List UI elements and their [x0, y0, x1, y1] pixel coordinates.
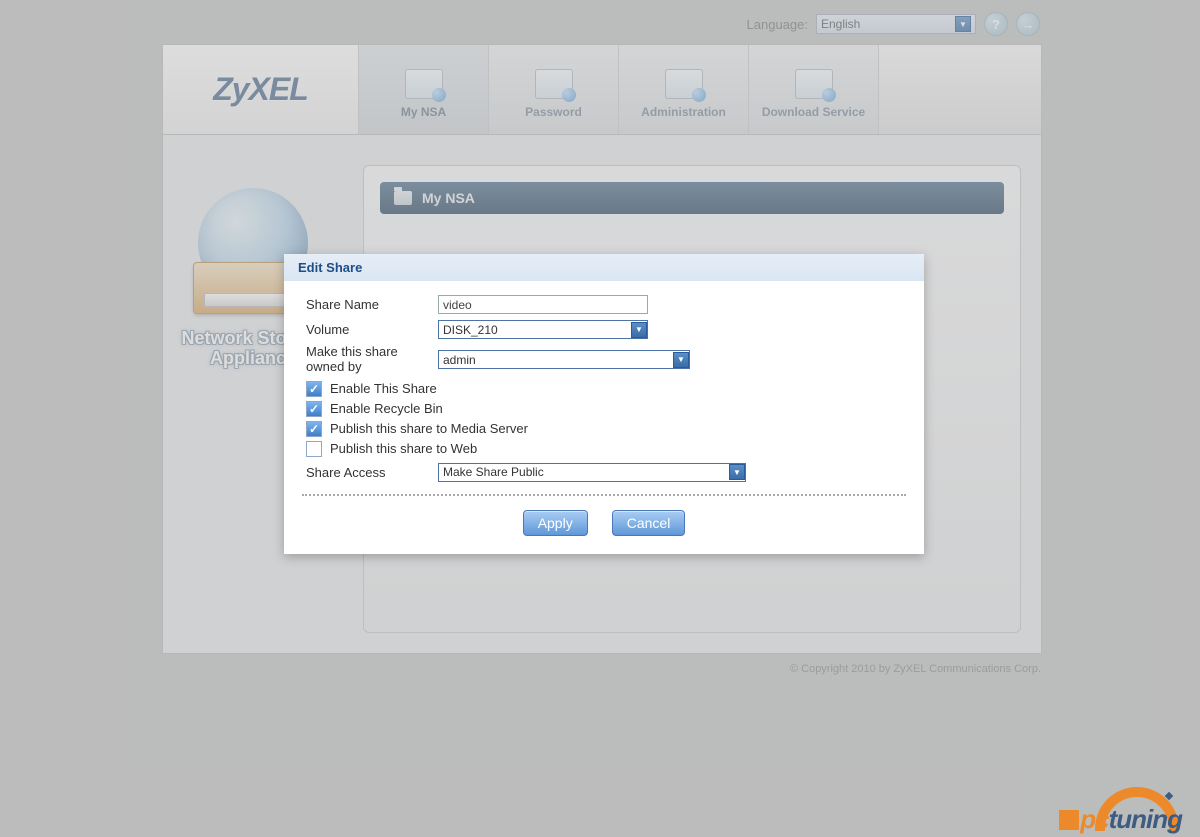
brand-name: ZyXEL: [213, 71, 308, 108]
tab-label: My NSA: [401, 105, 446, 119]
download-icon: [795, 69, 833, 99]
section-header: My NSA: [380, 182, 1004, 214]
folder-icon: [405, 69, 443, 99]
help-icon: ?: [992, 17, 1000, 32]
watermark-tuning: tuning: [1109, 804, 1182, 834]
dialog-body: Share Name Volume DISK_210 Make this sha…: [284, 281, 924, 554]
tab-administration[interactable]: Administration: [619, 45, 749, 134]
publish-web-checkbox[interactable]: [306, 441, 322, 457]
share-access-select[interactable]: Make Share Public: [438, 463, 746, 482]
language-value: English: [821, 17, 860, 31]
watermark-text: pctuning: [1059, 804, 1182, 835]
dialog-title: Edit Share: [284, 254, 924, 281]
language-select[interactable]: English: [816, 14, 976, 34]
owner-value: admin: [443, 353, 476, 367]
gear-icon: [665, 69, 703, 99]
owner-select[interactable]: admin: [438, 350, 690, 369]
language-label: Language:: [747, 17, 808, 32]
publish-web-label: Publish this share to Web: [330, 441, 477, 456]
tab-download-service[interactable]: Download Service: [749, 45, 879, 134]
enable-recycle-checkbox[interactable]: [306, 401, 322, 417]
tab-my-nsa[interactable]: My NSA: [359, 45, 489, 134]
enable-recycle-label: Enable Recycle Bin: [330, 401, 443, 416]
volume-select[interactable]: DISK_210: [438, 320, 648, 339]
publish-media-checkbox[interactable]: [306, 421, 322, 437]
separator: [302, 494, 906, 496]
apply-button[interactable]: Apply: [523, 510, 588, 536]
publish-media-label: Publish this share to Media Server: [330, 421, 528, 436]
tab-label: Download Service: [762, 105, 865, 119]
dropdown-arrow-icon: [729, 464, 745, 480]
volume-value: DISK_210: [443, 323, 498, 337]
share-access-value: Make Share Public: [443, 465, 544, 479]
tab-label: Administration: [641, 105, 726, 119]
folder-icon: [394, 191, 412, 205]
tab-label: Password: [525, 105, 582, 119]
id-card-icon: [535, 69, 573, 99]
logout-icon: →: [1022, 17, 1035, 32]
watermark-pc: pc: [1080, 804, 1108, 834]
share-name-label: Share Name: [306, 297, 438, 312]
owner-label: Make this share owned by: [306, 345, 438, 375]
enable-share-label: Enable This Share: [330, 381, 437, 396]
share-access-label: Share Access: [306, 465, 438, 480]
dropdown-arrow-icon: [955, 16, 971, 32]
dropdown-arrow-icon: [673, 352, 689, 368]
copyright: © Copyright 2010 by ZyXEL Communications…: [790, 663, 1041, 675]
enable-share-checkbox[interactable]: [306, 381, 322, 397]
section-title: My NSA: [422, 190, 475, 206]
square-icon: [1059, 810, 1079, 830]
dropdown-arrow-icon: [631, 322, 647, 338]
edit-share-dialog: Edit Share Share Name Volume DISK_210 Ma…: [284, 254, 924, 554]
topbar: Language: English ? →: [747, 12, 1040, 36]
brand-logo: ZyXEL: [163, 45, 359, 134]
volume-label: Volume: [306, 322, 438, 337]
help-button[interactable]: ?: [984, 12, 1008, 36]
logout-button[interactable]: →: [1016, 12, 1040, 36]
header: ZyXEL My NSA Password Administration Dow…: [163, 45, 1041, 135]
cancel-button[interactable]: Cancel: [612, 510, 686, 536]
share-name-input[interactable]: [438, 295, 648, 314]
tab-password[interactable]: Password: [489, 45, 619, 134]
